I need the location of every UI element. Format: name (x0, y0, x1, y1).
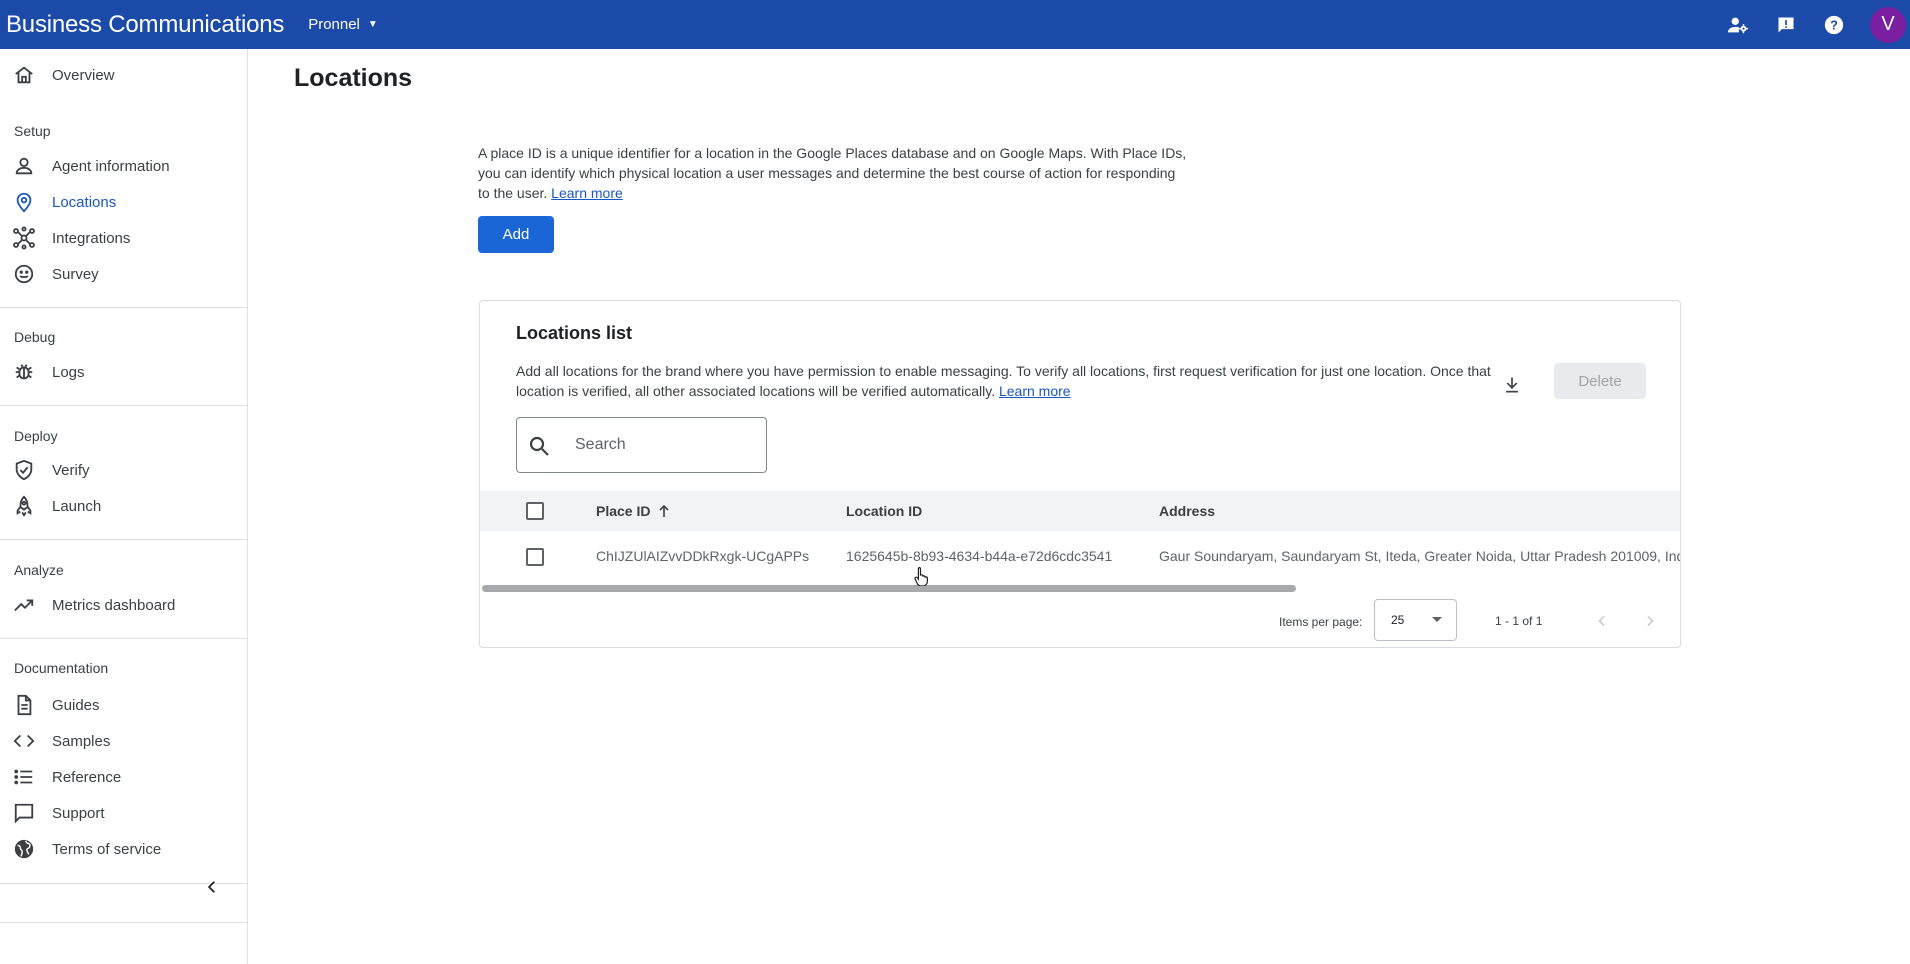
caret-down-icon: ▼ (367, 19, 378, 30)
paginator: Items per page: 25 1 - 1 of 1 (480, 593, 1680, 647)
items-per-page-label: Items per page: (1279, 615, 1363, 629)
trending-up-icon (12, 593, 36, 617)
delete-button[interactable]: Delete (1554, 363, 1646, 399)
sidebar-divider (0, 638, 247, 639)
brand-name: Pronnel (308, 16, 360, 33)
learn-more-link[interactable]: Learn more (999, 383, 1071, 399)
sidebar-item-verify[interactable]: Verify (0, 452, 247, 488)
sidebar-item-support[interactable]: Support (0, 795, 247, 831)
help-icon[interactable]: ? (1822, 13, 1846, 37)
code-icon (12, 729, 36, 753)
chat-bubble-icon (12, 801, 36, 825)
sidebar-item-guides[interactable]: Guides (0, 687, 247, 723)
document-icon (12, 693, 36, 717)
sidebar-item-label: Metrics dashboard (52, 596, 176, 614)
sidebar-heading-analyze: Analyze (14, 562, 64, 578)
sort-ascending-icon (658, 504, 670, 521)
learn-more-link[interactable]: Learn more (551, 185, 623, 201)
manage-accounts-icon[interactable] (1726, 13, 1750, 37)
sidebar-divider (0, 307, 247, 308)
top-app-bar: Business Communications Pronnel ▼ ? V (0, 0, 1910, 49)
feedback-icon[interactable] (1774, 13, 1798, 37)
sidebar-item-label: Samples (52, 732, 111, 750)
sidebar-divider (0, 405, 247, 406)
search-field[interactable] (516, 417, 767, 473)
column-header-location-id[interactable]: Location ID (846, 503, 922, 519)
next-page-icon[interactable] (1638, 609, 1662, 633)
sidebar-item-overview[interactable]: Overview (0, 57, 247, 93)
table-row[interactable]: ChIJZUlAIZvvDDkRxgk-UCgAPPs 1625645b-8b9… (480, 531, 1681, 583)
sidebar-item-label: Overview (52, 66, 115, 84)
add-button[interactable]: Add (478, 216, 554, 253)
column-header-label: Place ID (596, 503, 651, 519)
intro-text: A place ID is a unique identifier for a … (478, 143, 1188, 203)
table-header-row: Place ID Location ID Address (480, 491, 1680, 531)
locations-list-card: Locations list Add all locations for the… (479, 300, 1681, 648)
previous-page-icon[interactable] (1590, 609, 1614, 633)
rocket-icon (12, 494, 36, 518)
sidebar-item-logs[interactable]: Logs (0, 354, 247, 390)
sidebar-heading-setup: Setup (14, 123, 51, 139)
integrations-icon (12, 226, 36, 250)
scrollbar-thumb[interactable] (482, 585, 1296, 592)
sidebar-divider (0, 922, 247, 923)
column-header-place-id[interactable]: Place ID (596, 503, 670, 521)
sidebar-item-integrations[interactable]: Integrations (0, 220, 247, 256)
download-icon[interactable] (1500, 373, 1524, 397)
page-title: Locations (294, 64, 413, 92)
sidebar-item-label: Launch (52, 497, 102, 515)
sidebar-item-label: Guides (52, 696, 100, 714)
search-icon (527, 434, 551, 458)
svg-text:?: ? (1830, 17, 1838, 32)
sidebar-heading-documentation: Documentation (14, 660, 109, 676)
avatar[interactable]: V (1870, 6, 1906, 43)
sidebar-item-label: Verify (52, 461, 90, 479)
sidebar-item-label: Support (52, 804, 105, 822)
sidebar-item-agent-information[interactable]: Agent information (0, 148, 247, 184)
horizontal-scrollbar[interactable] (480, 583, 1680, 593)
card-description: Add all locations for the brand where yo… (516, 361, 1496, 401)
home-icon (12, 63, 36, 87)
sidebar-item-label: Terms of service (52, 840, 162, 858)
sidebar-item-label: Survey (52, 265, 99, 283)
sidebar-item-label: Integrations (52, 229, 131, 247)
column-header-address[interactable]: Address (1159, 503, 1215, 519)
smiley-icon (12, 262, 36, 286)
sidebar-item-locations[interactable]: Locations (0, 184, 247, 220)
globe-icon (12, 837, 36, 861)
sidebar-item-label: Logs (52, 363, 85, 381)
location-pin-icon (12, 190, 36, 214)
verified-shield-icon (12, 458, 36, 482)
cell-place-id: ChIJZUlAIZvvDDkRxgk-UCgAPPs (596, 548, 810, 564)
select-all-checkbox[interactable] (526, 502, 544, 520)
card-title: Locations list (516, 323, 633, 343)
app-title: Business Communications (6, 10, 285, 38)
sidebar-nav: Overview Setup Agent information Locatio… (0, 49, 248, 964)
sidebar-heading-debug: Debug (14, 329, 56, 345)
page-range-label: 1 - 1 of 1 (1495, 614, 1543, 628)
items-per-page-value: 25 (1391, 613, 1405, 627)
sidebar-item-label: Agent information (52, 157, 170, 175)
sidebar-item-survey[interactable]: Survey (0, 256, 247, 292)
sidebar-divider (0, 539, 247, 540)
items-per-page-select[interactable]: 25 (1374, 599, 1457, 641)
sidebar-item-launch[interactable]: Launch (0, 488, 247, 524)
sidebar-item-terms-of-service[interactable]: Terms of service (0, 831, 247, 867)
bug-icon (12, 360, 36, 384)
brand-selector[interactable]: Pronnel ▼ (308, 16, 378, 33)
search-input[interactable] (575, 428, 755, 462)
collapse-sidebar-chevron-icon[interactable] (200, 875, 224, 899)
sidebar-item-reference[interactable]: Reference (0, 759, 247, 795)
sidebar-item-label: Locations (52, 193, 117, 211)
sidebar-heading-deploy: Deploy (14, 428, 58, 444)
list-icon (12, 765, 36, 789)
sidebar-item-metrics-dashboard[interactable]: Metrics dashboard (0, 587, 247, 623)
dropdown-arrow-icon (1432, 617, 1442, 622)
person-icon (12, 154, 36, 178)
cell-address: Gaur Soundaryam, Saundaryam St, Iteda, G… (1159, 548, 1681, 564)
sidebar-item-label: Reference (52, 768, 122, 786)
row-checkbox[interactable] (526, 548, 544, 566)
sidebar-item-samples[interactable]: Samples (0, 723, 247, 759)
cell-location-id: 1625645b-8b93-4634-b44a-e72d6cdc3541 (846, 548, 1113, 564)
